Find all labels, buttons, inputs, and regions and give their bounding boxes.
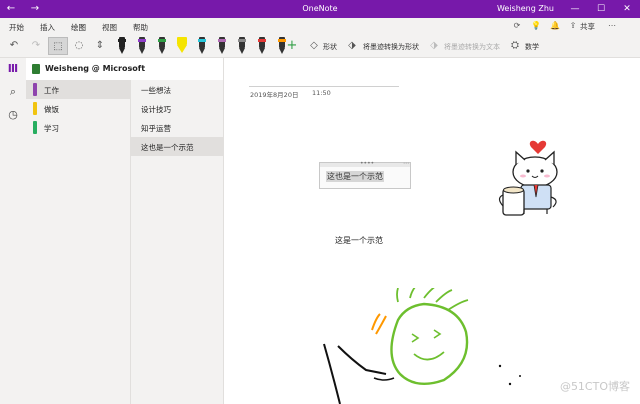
add-pen-button[interactable]: + <box>285 37 299 55</box>
onenote-window: ← → OneNote Weisheng Zhu — ☐ ✕ 开始 插入 绘图 … <box>0 0 640 404</box>
section-list: 工作 做饭 学习 <box>26 80 130 404</box>
page-item[interactable]: 设计技巧 <box>131 99 224 118</box>
ribbon-tabs: 开始 插入 绘图 视图 帮助 ⟳ 💡 🔔 ⇪ 共享 ⋯ <box>0 18 640 36</box>
recent-notes-icon[interactable]: ◷ <box>5 107 21 123</box>
tab-insert[interactable]: 插入 <box>40 22 55 33</box>
section-color-swatch <box>33 121 37 134</box>
redo-icon[interactable]: ↷ <box>29 37 43 55</box>
shapes-button[interactable]: 形状 <box>323 42 337 52</box>
shapes-icon[interactable]: ◇ <box>308 40 320 52</box>
section-item-study[interactable]: 学习 <box>26 118 130 137</box>
galaxy-pen-icon[interactable] <box>216 37 228 55</box>
user-name[interactable]: Weisheng Zhu <box>497 4 554 13</box>
yellow-highlighter-icon[interactable] <box>176 37 188 55</box>
silver-pen-icon[interactable] <box>236 37 248 55</box>
page-item[interactable]: 知乎运营 <box>131 118 224 137</box>
notebook-icon <box>32 64 40 74</box>
page-time: 11:50 <box>312 89 331 97</box>
eraser-icon[interactable]: ◌ <box>71 37 87 55</box>
lasso-select-icon[interactable]: ⬚ <box>48 37 68 55</box>
math-icon[interactable]: ⛭ <box>509 40 521 52</box>
drag-handle-icon[interactable]: •••• <box>360 160 374 167</box>
page-date: 2019年8月20日 <box>250 91 299 99</box>
page-label: 设计技巧 <box>141 105 171 114</box>
section-color-swatch <box>33 83 37 96</box>
cat-sticker-image[interactable] <box>494 134 568 226</box>
share-button[interactable]: 共享 <box>580 21 595 32</box>
section-item-cooking[interactable]: 做饭 <box>26 99 130 118</box>
section-label: 做饭 <box>44 105 59 114</box>
sync-icon[interactable]: ⟳ <box>511 20 523 32</box>
add-space-icon[interactable]: ⇕ <box>92 37 108 55</box>
container-menu-icon[interactable]: ⋯ <box>403 160 409 167</box>
purple-pen-icon[interactable] <box>136 37 148 55</box>
navigation-rail: Ⅲ ⌕ ◷ <box>0 58 26 404</box>
bell-icon[interactable]: 🔔 <box>549 20 561 32</box>
search-icon[interactable]: ⌕ <box>5 84 21 100</box>
cyan-pen-icon[interactable] <box>196 37 208 55</box>
selected-note-text[interactable]: 这也是一个示范 <box>326 171 384 182</box>
page-canvas[interactable]: 2019年8月20日 11:50 •••• ⋯ 这也是一个示范 这是一个示范 @… <box>223 58 640 404</box>
ink-to-shape-button[interactable]: 将墨迹转换为形状 <box>363 42 419 52</box>
math-button[interactable]: 数学 <box>525 42 539 52</box>
more-options-icon[interactable]: ⋯ <box>606 20 618 32</box>
minimize-button[interactable]: — <box>566 2 584 16</box>
tab-draw[interactable]: 绘图 <box>71 22 86 36</box>
page-title-field[interactable] <box>249 86 399 87</box>
ink-to-shape-icon[interactable]: ⬗ <box>346 40 358 52</box>
page-label: 知乎运营 <box>141 124 171 133</box>
ink-to-text-button[interactable]: 将墨迹转换为文本 <box>444 42 500 52</box>
green-pen-icon[interactable] <box>156 37 168 55</box>
maximize-button[interactable]: ☐ <box>592 2 610 16</box>
close-button[interactable]: ✕ <box>618 2 636 16</box>
rainbow-pen-icon[interactable] <box>256 37 268 55</box>
page-item-selected[interactable]: 这也是一个示范 <box>131 137 224 156</box>
black-pen-icon[interactable] <box>116 37 128 55</box>
page-list: 一些想法 设计技巧 知乎运营 这也是一个示范 <box>130 80 224 404</box>
section-item-work[interactable]: 工作 <box>26 80 130 99</box>
tab-help[interactable]: 帮助 <box>133 22 148 33</box>
section-label: 工作 <box>44 86 59 95</box>
note-text[interactable]: 这是一个示范 <box>335 235 383 246</box>
tab-home[interactable]: 开始 <box>9 22 24 33</box>
ink-to-text-icon[interactable]: ⬗ <box>428 40 440 52</box>
section-label: 学习 <box>44 124 59 133</box>
note-container[interactable]: •••• ⋯ 这也是一个示范 <box>319 160 411 189</box>
undo-icon[interactable]: ↶ <box>7 37 21 55</box>
draw-toolbar: ↶ ↷ ⬚ ◌ ⇕ + ◇ 形状 ⬗ 将墨迹转换为形状 ⬗ 将墨迹转换为文本 ⛭… <box>0 34 640 58</box>
section-color-swatch <box>33 102 37 115</box>
notebook-header[interactable]: Weisheng @ Microsoft ⌄ <box>26 58 223 80</box>
page-label: 一些想法 <box>141 86 171 95</box>
notebooks-icon[interactable]: Ⅲ <box>5 61 21 77</box>
page-label: 这也是一个示范 <box>141 143 194 152</box>
lightbulb-icon[interactable]: 💡 <box>530 20 542 32</box>
page-item[interactable]: 一些想法 <box>131 80 224 99</box>
chevron-down-icon[interactable]: ⌄ <box>127 63 134 72</box>
tab-view[interactable]: 视图 <box>102 22 117 33</box>
title-bar: ← → OneNote Weisheng Zhu — ☐ ✕ <box>0 0 640 18</box>
watermark: @51CTO博客 <box>559 380 630 393</box>
share-icon[interactable]: ⇪ <box>567 20 579 32</box>
heart-icon <box>529 140 547 154</box>
